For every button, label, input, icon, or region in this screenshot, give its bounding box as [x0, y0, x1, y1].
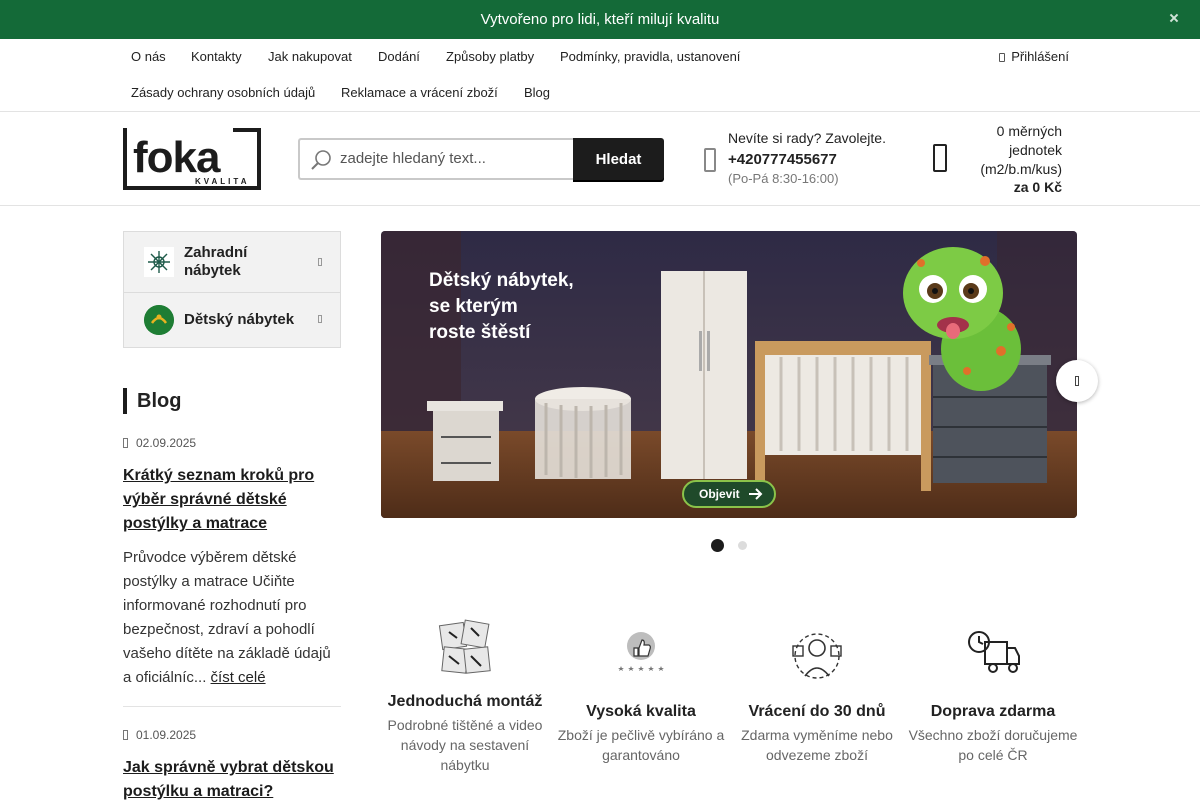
feature-title: Vysoká kvalita — [586, 703, 696, 720]
hero-cta-label: Objevit — [699, 487, 740, 501]
gekko-logo-icon — [144, 305, 174, 335]
post-date: 01.09.2025 — [123, 728, 196, 742]
blog-heading: Blog — [123, 388, 181, 414]
round-crib-illustration — [535, 387, 631, 479]
cart-price[interactable]: za 0 Kč — [962, 179, 1062, 195]
post-divider — [123, 706, 341, 707]
search-button[interactable]: Hledat — [573, 138, 664, 180]
login-label: Přihlášení — [1011, 49, 1069, 64]
nav-link-blog[interactable]: Blog — [524, 85, 550, 100]
nav-link-how-to-buy[interactable]: Jak nakupovat — [268, 49, 352, 64]
search-field — [298, 138, 574, 180]
post-title-link[interactable]: Jak správně vybrat dětskou postýlku a ma… — [123, 756, 341, 800]
post-date: 02.09.2025 — [123, 436, 196, 450]
info-navigation: O nás Kontakty Jak nakupovat Dodání Způs… — [0, 39, 1200, 112]
hero-headline-3: roste štěstí — [429, 322, 531, 343]
post-excerpt: Průvodce výběrem dětské postýlky a matra… — [123, 546, 341, 690]
nav-link-payment[interactable]: Způsoby platby — [446, 49, 534, 64]
category-label: Zahradní nábytek — [184, 244, 248, 279]
search-icon — [311, 150, 331, 170]
feature-title: Doprava zdarma — [930, 703, 1056, 720]
post-date-text: 02.09.2025 — [136, 436, 197, 450]
assembly-manual-icon — [438, 619, 491, 674]
thumbs-up-rating-icon — [618, 632, 664, 671]
search-form: Hledat — [298, 138, 664, 180]
nav-link-contacts[interactable]: Kontakty — [191, 49, 242, 64]
site-header: foka KVALITA Hledat Nevíte si rady? Zavo… — [0, 112, 1200, 206]
phone-hours: (Po-Pá 8:30-16:00) — [728, 171, 839, 186]
post-excerpt-text: Průvodce výběrem dětské postýlky a matra… — [123, 549, 331, 686]
login-link[interactable]: Přihlášení — [999, 49, 1069, 64]
chevron-right-icon — [1075, 376, 1079, 386]
lock-icon — [999, 53, 1006, 62]
calendar-icon — [123, 730, 128, 740]
cart-line-3: (m2/b.m/kus) — [980, 161, 1062, 177]
cart-icon[interactable] — [933, 144, 947, 172]
feature-description: Zboží je pečlivě vybíráno a garantováno — [557, 727, 725, 763]
hero-headline-2: se kterým — [429, 296, 518, 317]
category-item-kids[interactable]: Dětský nábytek — [124, 293, 340, 347]
return-exchange-icon — [792, 633, 842, 679]
feature-description: Podrobné tištěné a video návody na sesta… — [387, 717, 543, 773]
phone-icon — [704, 148, 716, 172]
slider-dot-active[interactable] — [711, 539, 724, 552]
nav-link-delivery[interactable]: Dodání — [378, 49, 420, 64]
chevron-right-icon — [318, 258, 322, 266]
nav-link-terms[interactable]: Podmínky, pravidla, ustanovení — [560, 49, 740, 64]
cart-summary[interactable]: 0 měrných jednotek (m2/b.m/kus) — [962, 122, 1062, 179]
search-input[interactable] — [340, 150, 568, 167]
cart-line-2: jednotek — [1009, 142, 1062, 158]
nav-link-returns[interactable]: Reklamace a vrácení zboží — [341, 85, 498, 100]
changing-table-illustration — [427, 401, 503, 481]
chevron-right-icon — [318, 315, 322, 323]
slider-dot[interactable] — [738, 541, 747, 550]
feature-title: Jednoduchá montáž — [387, 693, 543, 710]
slider-next-button[interactable] — [1056, 360, 1098, 402]
calendar-icon — [123, 438, 128, 448]
nav-link-privacy[interactable]: Zásady ochrany osobních údajů — [131, 85, 315, 100]
feature-description: Všechno zboží doručujeme po celé ČR — [908, 727, 1078, 763]
category-item-garden[interactable]: Zahradní nábytek — [124, 232, 340, 293]
phone-number[interactable]: +420777455677 — [728, 151, 837, 168]
post-date-text: 01.09.2025 — [136, 728, 197, 742]
feature-description: Zdarma vyměníme nebo odvezeme zboží — [741, 727, 893, 763]
garden-logo-icon — [144, 247, 174, 277]
promo-banner: Vytvořeno pro lidi, kteří milují kvalitu — [0, 0, 1200, 39]
close-icon[interactable] — [1168, 11, 1180, 25]
wardrobe-illustration — [661, 271, 747, 479]
post-title-link[interactable]: Krátký seznam kroků pro výběr správné dě… — [123, 464, 341, 536]
feature-title: Vrácení do 30 dnů — [748, 703, 886, 720]
logo-tagline: KVALITA — [195, 177, 249, 186]
hero-headline-1: Dětský nábytek, — [429, 270, 574, 291]
cart-line-1: 0 měrných — [996, 123, 1062, 139]
promo-banner-text: Vytvořeno pro lidi, kteří milují kvalitu — [480, 11, 720, 28]
foka-logo[interactable]: foka KVALITA — [123, 128, 261, 190]
hero-banner[interactable]: Dětský nábytek, se kterým roste štěstí O… — [381, 231, 1077, 518]
hero-cta-button: Objevit — [682, 480, 776, 508]
delivery-truck-icon — [968, 631, 1020, 673]
logo-wordmark: foka — [133, 133, 221, 182]
read-more-link[interactable]: číst celé — [211, 669, 266, 686]
category-label: Dětský nábytek — [184, 311, 295, 328]
category-menu: Zahradní nábytek Dětský nábytek — [123, 231, 341, 348]
nav-link-about[interactable]: O nás — [131, 49, 166, 64]
phone-question: Nevíte si rady? Zavolejte. — [728, 130, 886, 146]
